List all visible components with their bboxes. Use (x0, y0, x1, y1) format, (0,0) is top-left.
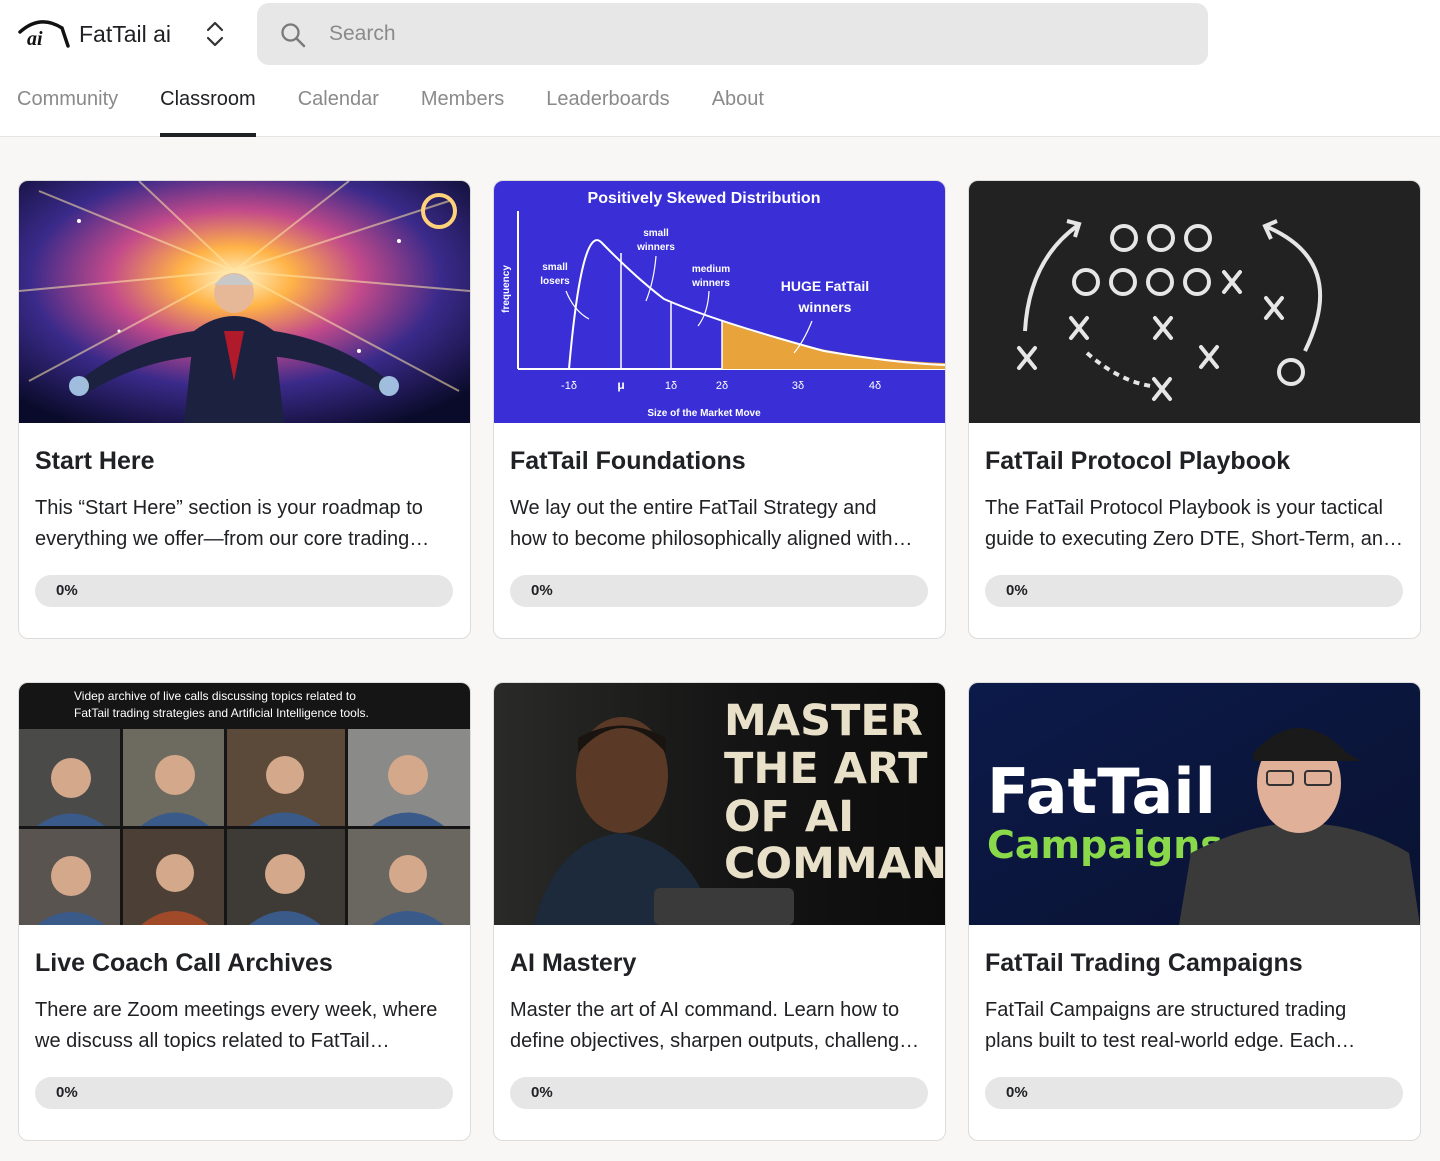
chart-tick-label: μ (617, 378, 624, 392)
thumbnail-headline: FatTail (987, 755, 1216, 828)
course-thumbnail: FatTail Campaigns (969, 683, 1420, 925)
course-progress-bar: 0% (35, 575, 453, 607)
progress-label: 0% (531, 582, 553, 599)
thumbnail-subheadline: Campaigns (987, 823, 1223, 867)
chart-tick-label: 4δ (869, 380, 881, 392)
course-card-ai-mastery[interactable]: MASTER THE ART OF AI COMMAND AI Mastery … (493, 682, 946, 1141)
chart-annotation: small (643, 228, 669, 239)
course-thumbnail (19, 181, 470, 423)
tab-members[interactable]: Members (421, 77, 504, 137)
course-description-line: guide to executing Zero DTE, Short-Term,… (985, 528, 1403, 550)
course-description-line: The FatTail Protocol Playbook is your ta… (985, 497, 1383, 519)
course-description-line: This “Start Here” section is your roadma… (35, 497, 423, 519)
search-icon (279, 21, 307, 49)
chart-ylabel: frequency (501, 265, 512, 313)
search-input[interactable] (329, 3, 1129, 65)
chart-tick-label: 1δ (665, 380, 677, 392)
chart-annotation: losers (540, 276, 570, 287)
thumbnail-caption: FatTail trading strategies and Artificia… (74, 706, 369, 720)
course-description-line: FatTail Campaigns are structured trading (985, 999, 1347, 1021)
chart-tick-label: 2δ (716, 380, 728, 392)
chart-annotation: HUGE FatTail (781, 278, 869, 294)
chart-tick-label: -1δ (561, 380, 577, 392)
tab-leaderboards[interactable]: Leaderboards (546, 77, 669, 137)
course-progress-bar: 0% (985, 1077, 1403, 1109)
course-description: This “Start Here” section is your roadma… (35, 493, 455, 555)
course-thumbnail: MASTER THE ART OF AI COMMAND (494, 683, 945, 925)
logo-text: ai (27, 28, 43, 50)
brand-logo-icon: ai (18, 12, 70, 56)
course-description: The FatTail Protocol Playbook is your ta… (985, 493, 1405, 555)
course-progress-bar: 0% (985, 575, 1403, 607)
tab-classroom[interactable]: Classroom (160, 77, 256, 137)
chart-annotation: medium (692, 264, 730, 275)
course-card-fattail-foundations[interactable]: Positively Skewed Distribution frequency… (493, 180, 946, 639)
course-card-live-coach-call-archives[interactable]: Videp archive of live calls discussing t… (18, 682, 471, 1141)
course-thumbnail: Positively Skewed Distribution frequency… (494, 181, 945, 423)
chart-xlabel: Size of the Market Move (647, 408, 761, 419)
search-bar[interactable] (257, 3, 1208, 65)
chart-annotation: small (542, 262, 568, 273)
nav-tabs: Community Classroom Calendar Members Lea… (17, 77, 806, 137)
top-header: ai FatTail ai Community Classroom Calend… (0, 0, 1440, 137)
course-thumbnail: Videp archive of live calls discussing t… (19, 683, 470, 925)
course-description-line: plans built to test real-world edge. Eac… (985, 1030, 1356, 1052)
chart-annotation: winners (636, 242, 675, 253)
thumbnail-headline: MASTER (724, 696, 923, 746)
progress-label: 0% (1006, 1084, 1028, 1101)
progress-label: 0% (531, 1084, 553, 1101)
progress-label: 0% (56, 582, 78, 599)
course-title: FatTail Foundations (510, 447, 746, 475)
tab-community[interactable]: Community (17, 77, 118, 137)
course-progress-bar: 0% (510, 1077, 928, 1109)
course-thumbnail (969, 181, 1420, 423)
course-card-trading-campaigns[interactable]: FatTail Campaigns FatTail Trading Campai… (968, 682, 1421, 1141)
course-description: Master the art of AI command. Learn how … (510, 995, 930, 1057)
course-description: There are Zoom meetings every week, wher… (35, 995, 455, 1057)
chart-annotation: winners (798, 299, 852, 315)
brand-name: FatTail ai (79, 20, 172, 47)
chart-annotation: winners (691, 278, 730, 289)
course-description: FatTail Campaigns are structured trading… (985, 995, 1405, 1057)
course-card-protocol-playbook[interactable]: FatTail Protocol Playbook The FatTail Pr… (968, 180, 1421, 639)
thumbnail-headline: THE ART (724, 744, 928, 794)
course-title: Start Here (35, 447, 155, 475)
chevron-up-down-icon[interactable] (201, 18, 229, 50)
chart-title: Positively Skewed Distribution (588, 190, 821, 207)
thumbnail-caption: Videp archive of live calls discussing t… (74, 689, 356, 703)
chart-tick-label: 3δ (792, 380, 804, 392)
course-description-line: We lay out the entire FatTail Strategy a… (510, 497, 877, 519)
course-progress-bar: 0% (35, 1077, 453, 1109)
tab-about[interactable]: About (712, 77, 764, 137)
course-description-line: Master the art of AI command. Learn how … (510, 999, 900, 1021)
brand[interactable]: ai FatTail ai (18, 12, 171, 56)
progress-label: 0% (56, 1084, 78, 1101)
progress-label: 0% (1006, 582, 1028, 599)
course-title: AI Mastery (510, 949, 637, 977)
thumbnail-headline: COMMAND (724, 839, 945, 889)
course-description-line: There are Zoom meetings every week, wher… (35, 999, 438, 1021)
thumbnail-headline: OF AI (724, 792, 854, 842)
course-description-line: we discuss all topics related to FatTail… (35, 1030, 390, 1052)
course-description-line: define objectives, sharpen outputs, chal… (510, 1030, 920, 1052)
course-card-start-here[interactable]: Start Here This “Start Here” section is … (18, 180, 471, 639)
course-title: FatTail Trading Campaigns (985, 949, 1303, 977)
tab-calendar[interactable]: Calendar (298, 77, 379, 137)
course-title: Live Coach Call Archives (35, 949, 333, 977)
course-description: We lay out the entire FatTail Strategy a… (510, 493, 930, 555)
course-description-line: how to become philosophically aligned wi… (510, 528, 913, 550)
course-progress-bar: 0% (510, 575, 928, 607)
course-description-line: everything we offer—from our core tradin… (35, 528, 430, 550)
course-title: FatTail Protocol Playbook (985, 447, 1291, 475)
